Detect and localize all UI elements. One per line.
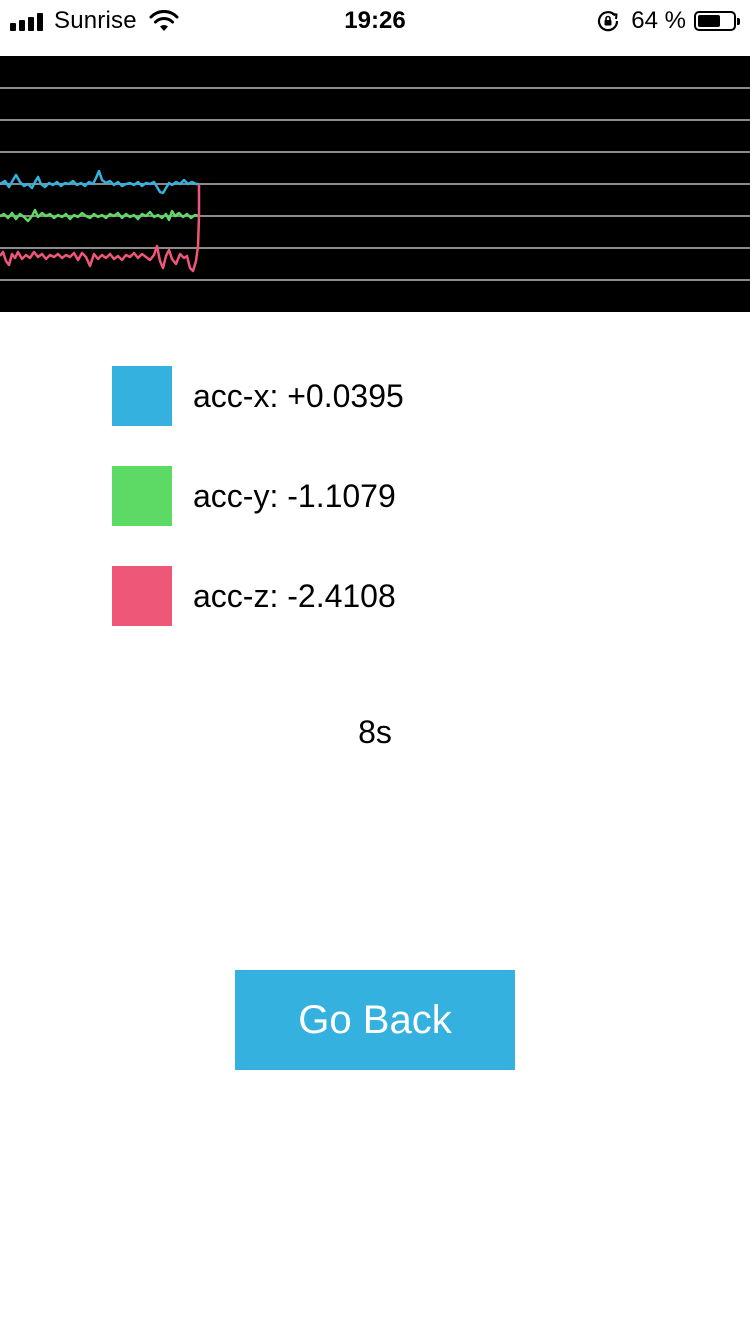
acc-y-color-swatch — [112, 466, 172, 526]
legend-item-acc-z: acc-z: -2.4108 — [112, 566, 396, 626]
battery-nub — [737, 18, 740, 25]
acc-x-label: acc-x: +0.0395 — [193, 377, 404, 414]
status-bar: Sunrise 19:26 64 % — [0, 0, 750, 40]
acc-x-line — [0, 169, 199, 195]
battery-icon — [694, 11, 740, 31]
elapsed-timer: 8s — [358, 714, 392, 750]
acc-z-color-swatch — [112, 566, 172, 626]
rotation-lock-icon — [598, 11, 619, 32]
accelerometer-chart — [0, 56, 750, 312]
battery-level-fill — [698, 15, 720, 27]
legend-item-acc-y: acc-y: -1.1079 — [112, 466, 396, 526]
battery-percentage: 64 % — [631, 7, 686, 34]
acc-x-color-swatch — [112, 366, 172, 426]
acc-z-label: acc-z: -2.4108 — [193, 577, 396, 614]
acc-z-line — [0, 184, 201, 273]
legend-item-acc-x: acc-x: +0.0395 — [112, 366, 404, 426]
acc-y-label: acc-y: -1.1079 — [193, 477, 396, 514]
go-back-button[interactable]: Go Back — [235, 970, 515, 1070]
accelerometer-chart-svg — [0, 87, 750, 281]
status-bar-right: 64 % — [597, 7, 740, 35]
